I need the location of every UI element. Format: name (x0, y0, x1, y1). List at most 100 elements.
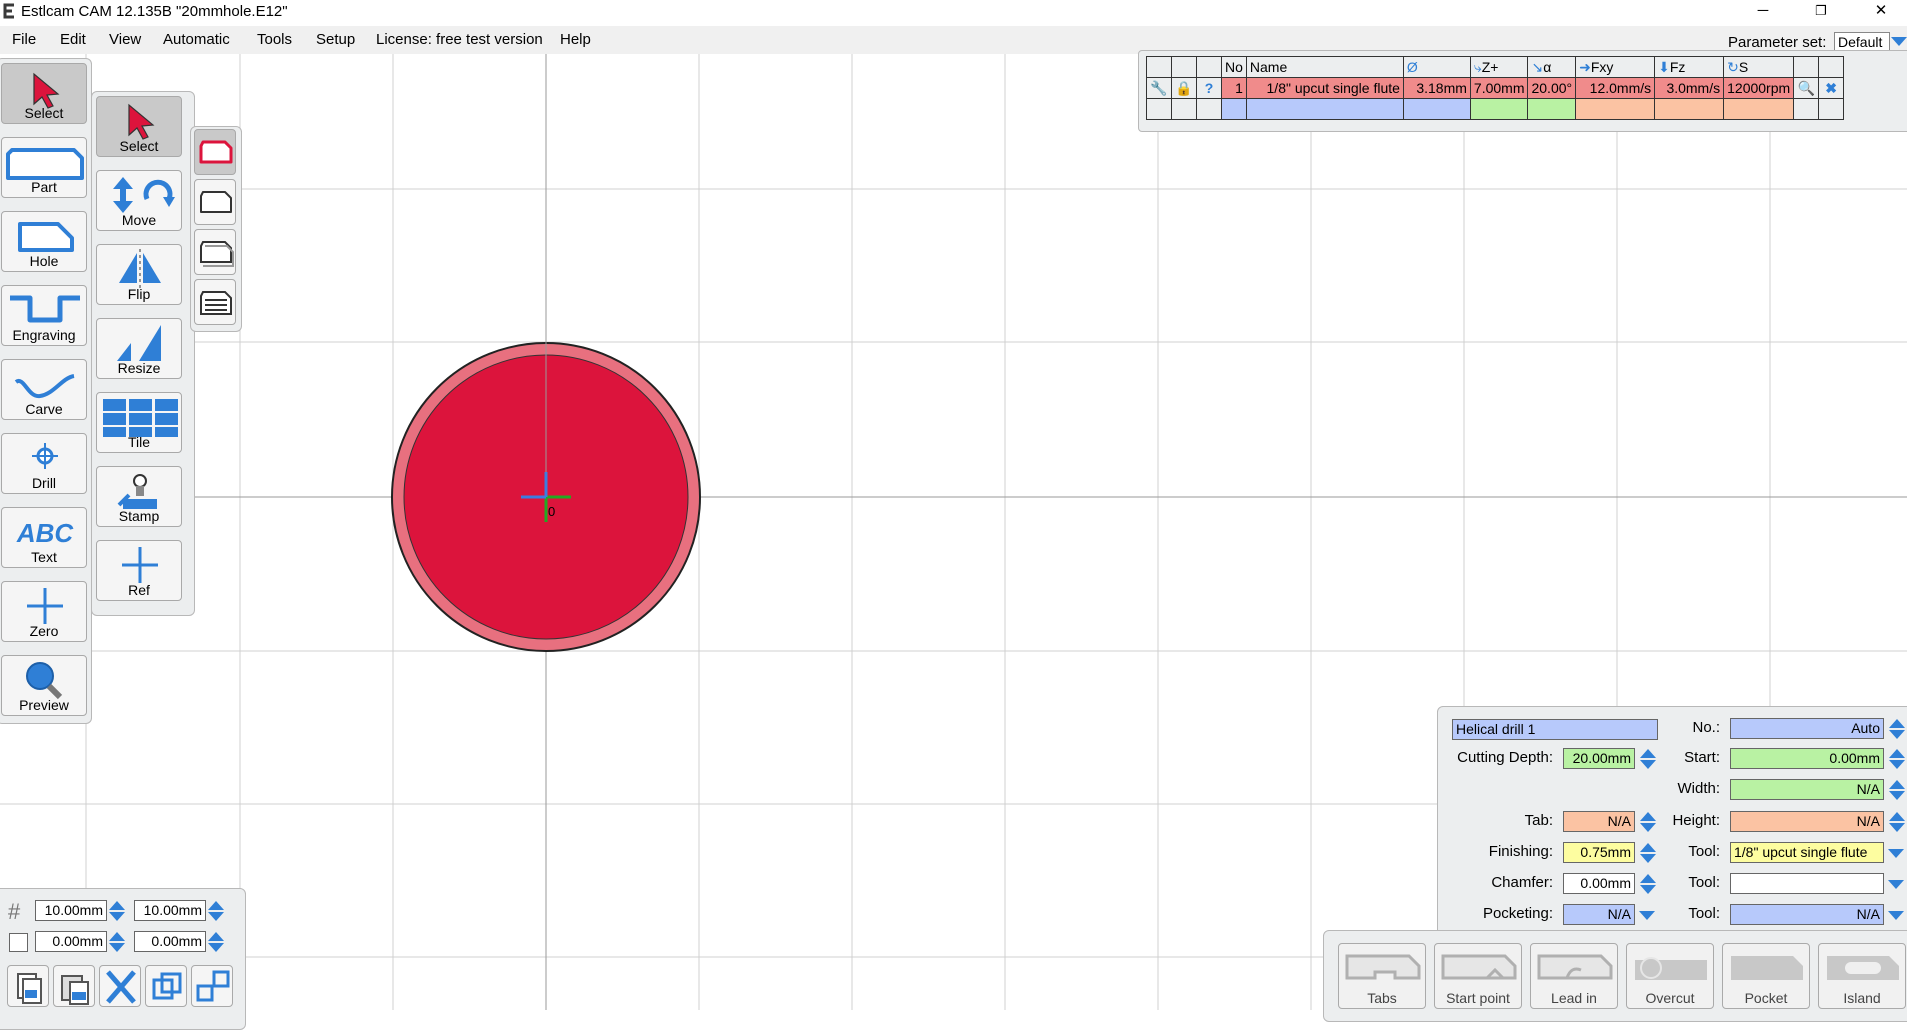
grid-y-input[interactable]: 10.00mm (134, 900, 206, 921)
close-button[interactable]: ✕ (1858, 0, 1904, 24)
lead-in-button[interactable]: Lead in (1530, 943, 1618, 1009)
paste-button[interactable] (53, 965, 95, 1007)
edit-select-button[interactable]: Select (96, 96, 182, 157)
engraving-tool-button[interactable]: Engraving (1, 285, 87, 346)
menu-file[interactable]: File (12, 31, 36, 48)
minimize-button[interactable]: ─ (1740, 0, 1786, 24)
tool-diameter[interactable]: 3.18mm (1402, 77, 1471, 99)
tool-select-2[interactable] (1730, 873, 1884, 894)
chevron-down-icon[interactable] (1888, 849, 1904, 858)
spinner-icon[interactable] (1638, 811, 1658, 833)
menu-edit[interactable]: Edit (60, 31, 86, 48)
menu-setup[interactable]: Setup (316, 31, 355, 48)
tool-select-3[interactable]: N/A (1730, 904, 1884, 925)
tabs-label: Tabs (1367, 990, 1397, 1006)
menu-automatic[interactable]: Automatic (163, 31, 230, 48)
width-input[interactable]: N/A (1730, 779, 1884, 800)
overcut-button[interactable]: Overcut (1626, 943, 1714, 1009)
chevron-down-icon[interactable] (1888, 911, 1904, 920)
chevron-down-icon[interactable] (1891, 37, 1907, 46)
flip-button[interactable]: Flip (96, 244, 182, 305)
tool-fxy[interactable]: 12.0mm/s (1575, 77, 1656, 99)
start-input[interactable]: 0.00mm (1730, 748, 1884, 769)
tool-zplus[interactable]: 7.00mm (1469, 77, 1529, 99)
tool-alpha[interactable]: 20.00° (1527, 77, 1577, 99)
group-button[interactable] (145, 965, 187, 1007)
tool-row-empty[interactable] (1146, 98, 1845, 120)
restore-button[interactable]: ❐ (1798, 0, 1844, 24)
spinner-icon[interactable] (206, 900, 226, 922)
parameter-set-select[interactable]: Default (1834, 32, 1890, 51)
shape-type-stack-button[interactable] (194, 279, 236, 325)
snap-checkbox[interactable] (9, 933, 28, 952)
lead-in-label: Lead in (1551, 990, 1597, 1006)
tool-row[interactable]: 🔧 🔒 ? 1 1/8" upcut single flute 3.18mm 7… (1146, 77, 1845, 99)
part-tool-button[interactable]: Part (1, 137, 87, 198)
spinner-icon[interactable] (1887, 811, 1907, 833)
col-no: No (1221, 56, 1247, 78)
hole-shape-icon (18, 222, 74, 252)
spinner-icon[interactable] (206, 931, 226, 953)
spinner-icon[interactable] (1638, 748, 1658, 770)
no-input[interactable]: Auto (1730, 718, 1884, 739)
preview-tool-button[interactable]: Preview (1, 655, 87, 716)
wrench-icon[interactable]: 🔧 (1146, 77, 1172, 99)
spinner-icon[interactable] (1887, 748, 1907, 770)
spinner-icon[interactable] (1887, 718, 1907, 740)
search-icon[interactable]: 🔍 (1793, 77, 1820, 99)
cursor-icon (33, 72, 60, 109)
help-icon[interactable]: ? (1196, 77, 1222, 99)
offset-y-input[interactable]: 0.00mm (134, 931, 206, 952)
menu-view[interactable]: View (109, 31, 141, 48)
cutting-depth-input[interactable]: 20.00mm (1563, 748, 1635, 769)
copy-button[interactable] (7, 965, 49, 1007)
delete-icon[interactable]: ✖ (1818, 77, 1845, 99)
carve-tool-button[interactable]: Carve (1, 359, 87, 420)
ungroup-button[interactable] (191, 965, 233, 1007)
lock-icon[interactable]: 🔒 (1171, 77, 1197, 99)
island-icon (1827, 956, 1899, 980)
menu-license[interactable]: License: free test version (376, 31, 543, 48)
stamp-button[interactable]: Stamp (96, 466, 182, 527)
shape-type-outline-button[interactable] (194, 179, 236, 225)
spinner-icon[interactable] (1638, 842, 1658, 864)
menu-tools[interactable]: Tools (257, 31, 292, 48)
hole-tool-button[interactable]: Hole (1, 211, 87, 272)
path-name-input[interactable]: Helical drill 1 (1452, 719, 1658, 740)
spinner-icon[interactable] (1887, 779, 1907, 801)
grid-x-input[interactable]: 10.00mm (35, 900, 107, 921)
pocketing-input[interactable]: N/A (1563, 904, 1635, 925)
menu-help[interactable]: Help (560, 31, 591, 48)
text-tool-button[interactable]: ABC Text (1, 507, 87, 568)
chevron-down-icon[interactable] (1888, 880, 1904, 889)
finishing-input[interactable]: 0.75mm (1563, 842, 1635, 863)
tool-s[interactable]: 12000rpm (1723, 77, 1795, 99)
pocket-button[interactable]: Pocket (1722, 943, 1810, 1009)
chamfer-input[interactable]: 0.00mm (1563, 873, 1635, 894)
spinner-icon[interactable] (107, 900, 127, 922)
select-tool-button[interactable]: Select (1, 63, 87, 124)
tile-button[interactable]: Tile (96, 392, 182, 453)
spinner-icon[interactable] (107, 931, 127, 953)
tool-name[interactable]: 1/8" upcut single flute (1245, 77, 1404, 99)
pocketing-label: Pocketing: (1482, 905, 1553, 922)
start-point-button[interactable]: Start point (1434, 943, 1522, 1009)
zero-tool-button[interactable]: Zero (1, 581, 87, 642)
tabs-button[interactable]: Tabs (1338, 943, 1426, 1009)
ref-button[interactable]: Ref (96, 540, 182, 601)
tool-fz[interactable]: 3.0mm/s (1654, 77, 1725, 99)
delete-button[interactable] (99, 965, 141, 1007)
move-button[interactable]: Move (96, 170, 182, 231)
resize-button[interactable]: Resize (96, 318, 182, 379)
spinner-icon[interactable] (1638, 873, 1658, 895)
chevron-down-icon[interactable] (1639, 911, 1655, 920)
tab-input[interactable]: N/A (1563, 811, 1635, 832)
tool-no[interactable]: 1 (1221, 77, 1247, 99)
tool-select-1[interactable]: 1/8" upcut single flute (1730, 842, 1884, 863)
drill-tool-button[interactable]: Drill (1, 433, 87, 494)
island-button[interactable]: Island (1818, 943, 1906, 1009)
shape-type-red-button[interactable] (194, 129, 236, 175)
shape-type-double-button[interactable] (194, 229, 236, 275)
offset-x-input[interactable]: 0.00mm (35, 931, 107, 952)
height-input[interactable]: N/A (1730, 811, 1884, 832)
